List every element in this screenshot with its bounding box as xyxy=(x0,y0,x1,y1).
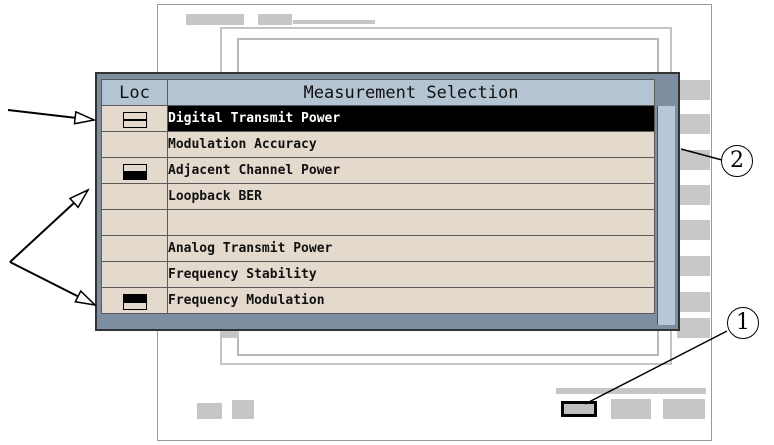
arrow-to-frequency-modulation xyxy=(9,261,95,305)
callout-1: 1 xyxy=(727,307,759,339)
leader-line-2 xyxy=(680,148,723,161)
annotation-layer xyxy=(7,109,728,405)
callout-2: 2 xyxy=(721,145,753,177)
leader-line-1 xyxy=(584,330,728,405)
arrow-to-digital-transmit-power xyxy=(7,109,94,120)
arrow-to-adjacent-channel-power xyxy=(9,190,88,263)
